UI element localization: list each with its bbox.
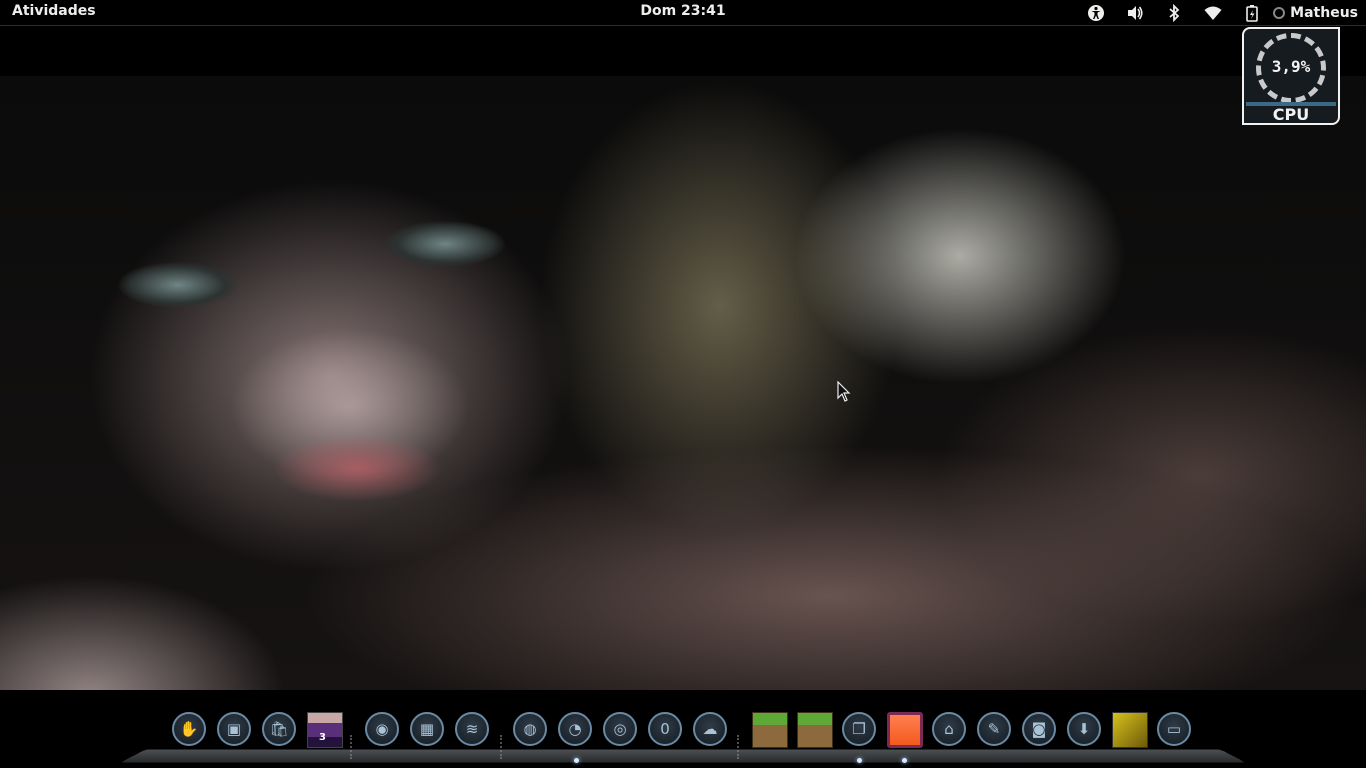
user-name: Matheus	[1290, 4, 1358, 21]
minecraft-launcher-2[interactable]	[795, 708, 835, 752]
running-indicator	[857, 758, 862, 763]
minecraft-launcher-1[interactable]	[750, 708, 790, 752]
terminal-launcher[interactable]: ▣	[215, 708, 255, 752]
spotify-launcher[interactable]: ≋	[453, 708, 493, 752]
chrome-launcher[interactable]: ◎	[601, 708, 641, 752]
running-indicator	[902, 758, 907, 763]
wallpaper-detail-left-eye	[118, 262, 238, 308]
chrome-icon: ◎	[603, 712, 637, 746]
cpu-usage-value: 3,9%	[1271, 57, 1311, 76]
folder-icon: ❐	[842, 712, 876, 746]
top-panel: Atividades Dom 23:41 Matheus	[0, 0, 1366, 26]
photo-thumbnail-icon	[1112, 712, 1148, 748]
battery-icon[interactable]	[1239, 0, 1265, 25]
terminal-icon: ▣	[217, 712, 251, 746]
screenshot-launcher[interactable]: ◙	[1020, 708, 1060, 752]
wallpaper-detail-lips	[272, 434, 442, 502]
minecraft-grass-icon	[797, 712, 833, 748]
clock-button[interactable]: Dom 23:41	[640, 3, 725, 19]
dock-separator	[350, 735, 360, 759]
globe-icon: ◍	[513, 712, 547, 746]
window-count-badge: 3	[319, 732, 326, 743]
shopping-launcher[interactable]: 🛍	[260, 708, 300, 752]
photo-launcher[interactable]	[1110, 708, 1150, 752]
dock-separator	[500, 735, 510, 759]
wifi-icon[interactable]	[1200, 0, 1226, 25]
running-indicator	[574, 758, 579, 763]
downloads-launcher[interactable]: ⬇	[1065, 708, 1105, 752]
cpu-monitor-widget[interactable]: 3,9% CPU	[1242, 27, 1340, 125]
image-stack-launcher[interactable]: 3	[305, 708, 345, 752]
paw-icon: ✋	[172, 712, 206, 746]
user-status-icon	[1273, 6, 1286, 19]
opera-icon: 0	[648, 712, 682, 746]
calculator-launcher[interactable]: ▦	[408, 708, 448, 752]
spotify-icon: ≋	[455, 712, 489, 746]
download-icon: ⬇	[1067, 712, 1101, 746]
activities-button[interactable]: Atividades	[12, 3, 96, 19]
home-launcher[interactable]: ⌂	[930, 708, 970, 752]
edit-icon: ✎	[977, 712, 1011, 746]
monitor-icon: ▭	[1157, 712, 1191, 746]
wilber-icon: ◉	[365, 712, 399, 746]
firefox-icon: ◔	[558, 712, 592, 746]
home-icon: ⌂	[932, 712, 966, 746]
skype-icon: ☁	[693, 712, 727, 746]
cpu-label: CPU	[1272, 105, 1310, 124]
system-tray: Matheus	[1070, 0, 1358, 25]
calculator-icon: ▦	[410, 712, 444, 746]
desktop-wallpaper	[0, 76, 1366, 690]
volume-icon[interactable]	[1122, 0, 1148, 25]
bluetooth-icon[interactable]	[1161, 0, 1187, 25]
bag-icon: 🛍	[262, 712, 296, 746]
desktop-launcher[interactable]: ▭	[1155, 708, 1195, 752]
orange-square-icon	[887, 712, 923, 748]
gimp-launcher[interactable]: ✋	[170, 708, 210, 752]
mouse-pointer-icon	[837, 380, 851, 407]
camera-icon: ◙	[1022, 712, 1056, 746]
gimp-alt-launcher[interactable]: ◉	[363, 708, 403, 752]
files-launcher[interactable]: ❐	[840, 708, 880, 752]
accessibility-icon[interactable]	[1083, 0, 1109, 25]
wallpaper-detail-right-eye	[385, 221, 505, 267]
dock-separator	[737, 735, 747, 759]
firefox-launcher[interactable]: ◔	[556, 708, 596, 752]
minecraft-grass-icon	[752, 712, 788, 748]
browser-launcher[interactable]: ◍	[511, 708, 551, 752]
skype-launcher[interactable]: ☁	[691, 708, 731, 752]
user-menu[interactable]: Matheus	[1273, 5, 1358, 21]
ubuntu-launcher[interactable]	[885, 708, 925, 752]
text-editor-launcher[interactable]: ✎	[975, 708, 1015, 752]
opera-launcher[interactable]: 0	[646, 708, 686, 752]
